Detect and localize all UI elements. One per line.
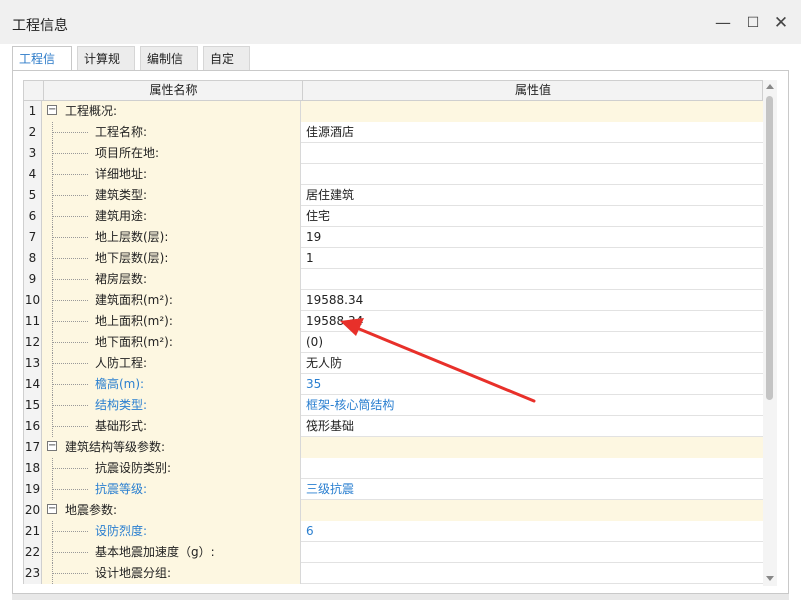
red-arrow-annotation xyxy=(340,318,536,403)
